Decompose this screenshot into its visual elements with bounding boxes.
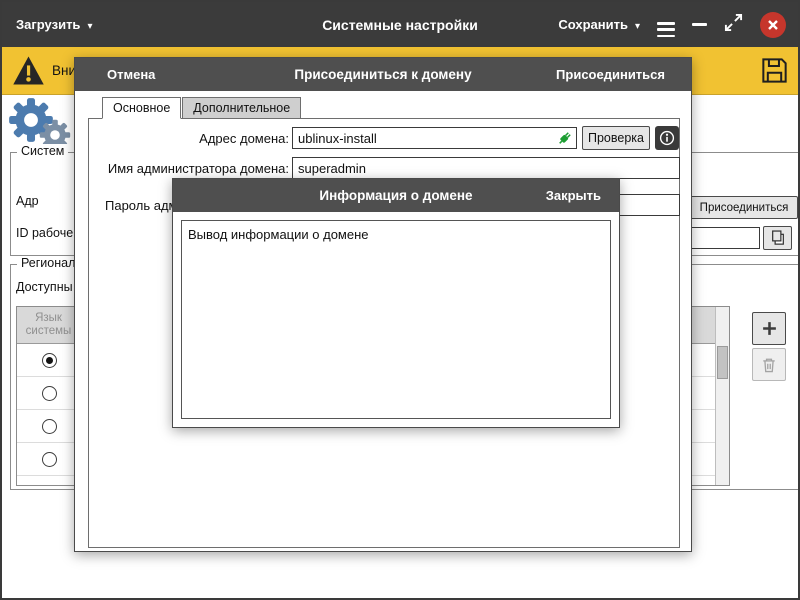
fullscreen-button[interactable]	[724, 13, 743, 37]
tab-main[interactable]: Основное	[102, 97, 181, 119]
available-languages-label: Доступны	[16, 280, 73, 294]
save-dropdown[interactable]: Сохранить	[558, 17, 640, 32]
load-dropdown-label: Загрузить	[16, 17, 80, 32]
join-dialog-tabs: Основное Дополнительное	[102, 97, 301, 119]
radio-selected-icon[interactable]	[42, 353, 57, 368]
hamburger-icon	[657, 22, 675, 37]
radio-unselected-icon[interactable]	[42, 452, 57, 467]
table-scrollbar[interactable]	[715, 307, 729, 485]
window-title: Системные настройки	[322, 17, 478, 33]
close-icon	[767, 19, 779, 31]
copy-button[interactable]	[763, 226, 792, 250]
close-dialog-button[interactable]: Закрыть	[546, 188, 601, 203]
info-dialog-title: Информация о домене	[319, 188, 472, 203]
radio-unselected-icon[interactable]	[42, 419, 57, 434]
window-titlebar: Загрузить Системные настройки Сохранить	[2, 2, 798, 47]
join-dialog-title: Присоединиться к домену	[294, 67, 471, 82]
add-language-button[interactable]	[752, 312, 786, 345]
regional-group-label: Регионал	[17, 256, 79, 270]
save-floppy-icon	[760, 56, 789, 85]
join-domain-button[interactable]: Присоединиться	[690, 196, 798, 219]
check-button-label: Проверка	[588, 131, 644, 145]
titlebar-actions: Сохранить	[558, 2, 786, 47]
system-settings-window: Загрузить Системные настройки Сохранить	[0, 0, 800, 600]
minimize-icon	[692, 23, 707, 26]
tab-additional[interactable]: Дополнительное	[182, 97, 301, 119]
workstation-id-input[interactable]	[689, 227, 760, 249]
delete-language-button[interactable]	[752, 348, 786, 381]
join-dialog-header: Отмена Присоединиться к домену Присоедин…	[75, 58, 691, 91]
warning-icon	[12, 55, 45, 86]
chevron-down-icon	[628, 17, 640, 32]
add-icon	[761, 320, 778, 337]
join-domain-button-label: Присоединиться	[700, 202, 789, 214]
domain-info-button[interactable]	[655, 126, 679, 150]
radio-unselected-icon[interactable]	[42, 386, 57, 401]
check-button[interactable]: Проверка	[582, 126, 650, 150]
domain-address-label: Адрес домена:	[89, 131, 289, 146]
admin-name-input[interactable]	[292, 157, 680, 179]
info-icon	[659, 130, 675, 146]
domain-address-field-wrap	[292, 127, 577, 149]
cancel-button[interactable]: Отмена	[107, 67, 155, 82]
delete-icon	[760, 356, 778, 374]
load-dropdown[interactable]: Загрузить	[16, 17, 92, 32]
info-dialog-header: Информация о домене Закрыть	[173, 179, 619, 212]
connection-status-icon	[556, 129, 574, 152]
workstation-id-label: ID рабоче	[16, 226, 73, 240]
close-button[interactable]	[760, 12, 786, 38]
expand-icon	[724, 13, 743, 32]
menu-button[interactable]	[657, 12, 675, 37]
system-group-label: Систем	[17, 144, 68, 158]
language-column-header: Язык системы	[17, 307, 81, 343]
address-label: Адр	[16, 194, 39, 208]
save-icon-button[interactable]	[760, 56, 789, 90]
domain-info-output: Вывод информации о домене	[181, 220, 611, 419]
admin-name-label: Имя администратора домена:	[89, 161, 289, 176]
minimize-button[interactable]	[692, 23, 707, 26]
scrollbar-thumb[interactable]	[717, 346, 728, 379]
join-confirm-button[interactable]: Присоединиться	[556, 67, 665, 82]
save-dropdown-label: Сохранить	[558, 17, 628, 32]
domain-info-dialog: Информация о домене Закрыть Вывод информ…	[172, 178, 620, 428]
chevron-down-icon	[80, 17, 92, 32]
domain-address-input[interactable]	[292, 127, 577, 149]
copy-icon	[769, 229, 787, 247]
